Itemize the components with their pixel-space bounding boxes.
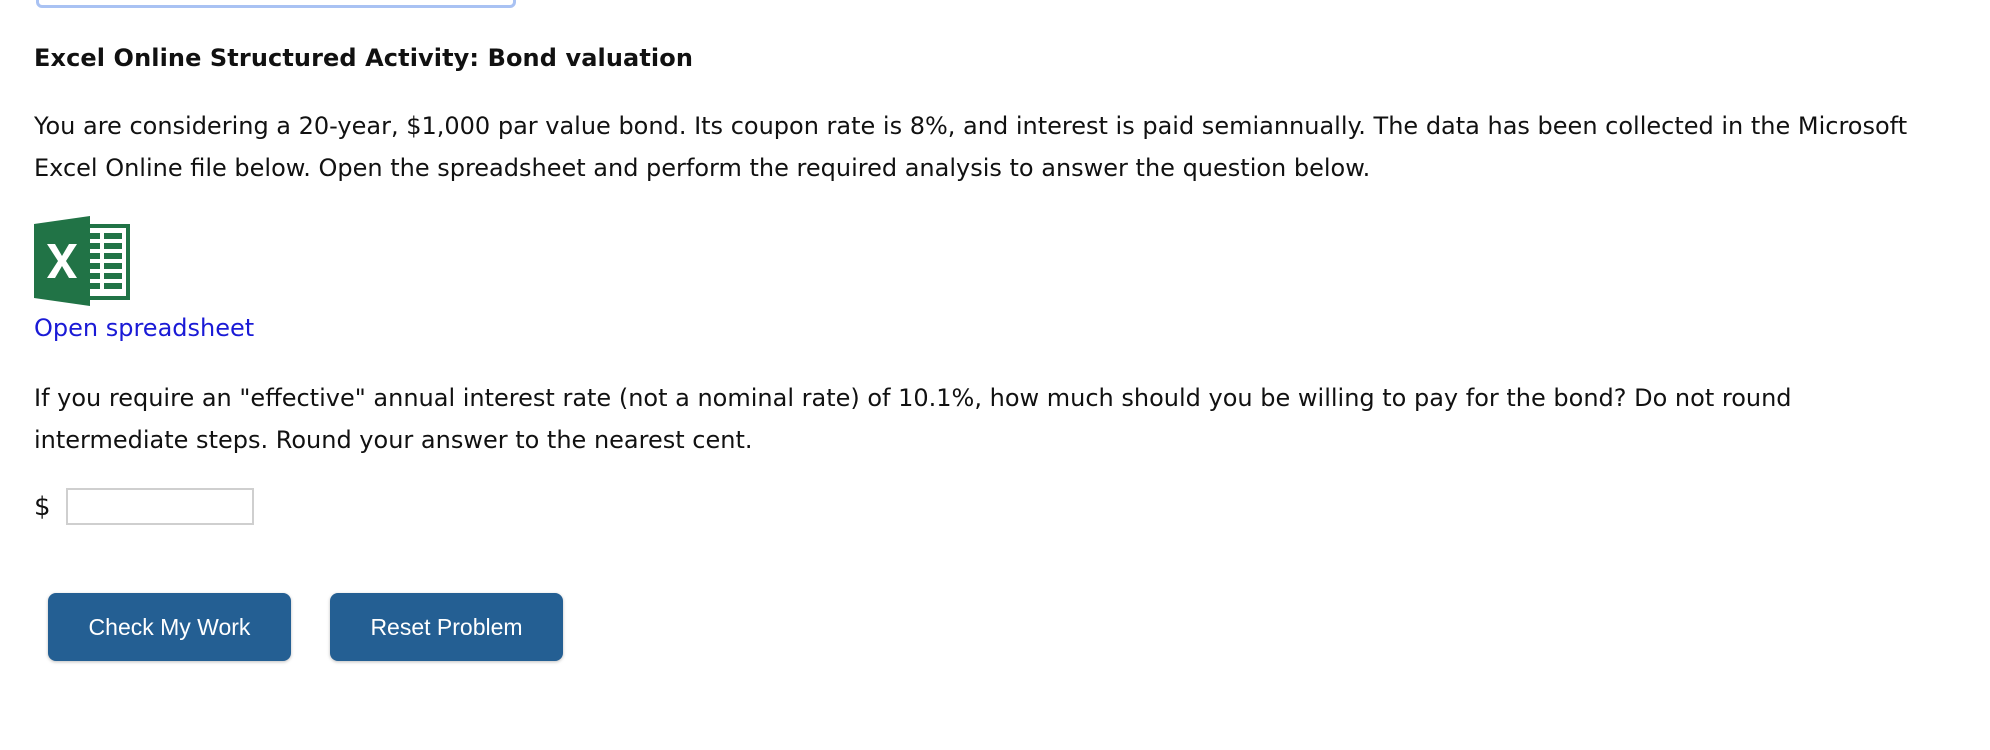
check-my-work-button[interactable]: Check My Work: [48, 593, 291, 661]
reset-problem-button[interactable]: Reset Problem: [330, 593, 563, 661]
answer-row: $: [34, 488, 254, 525]
activity-page: Excel Online Structured Activity: Bond v…: [0, 0, 1990, 750]
currency-symbol: $: [34, 491, 51, 522]
answer-input[interactable]: [66, 488, 254, 525]
activity-title: Excel Online Structured Activity: Bond v…: [34, 44, 693, 72]
intro-text: You are considering a 20-year, $1,000 pa…: [34, 112, 1908, 182]
open-spreadsheet-link[interactable]: Open spreadsheet: [34, 314, 254, 342]
previous-panel-frame: [36, 0, 516, 8]
excel-icon[interactable]: [34, 216, 130, 306]
question-text: If you require an "effective" annual int…: [34, 384, 1792, 454]
